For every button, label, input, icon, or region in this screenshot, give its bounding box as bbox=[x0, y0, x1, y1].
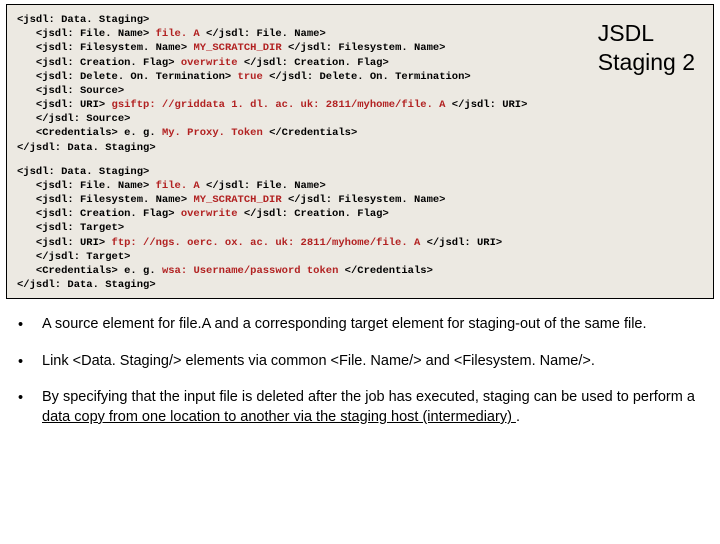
bullet-text-2: Link <Data. Staging/> elements via commo… bbox=[42, 352, 702, 372]
bullet-text-1: A source element for file.A and a corres… bbox=[42, 315, 702, 335]
bullet-list: • A source element for file.A and a corr… bbox=[18, 315, 702, 427]
bullet-text-3: By specifying that the input file is del… bbox=[42, 388, 702, 427]
code-area: JSDL Staging 2 <jsdl: Data. Staging> <js… bbox=[6, 4, 714, 299]
bullet-item: • By specifying that the input file is d… bbox=[18, 388, 702, 427]
bullet-dot: • bbox=[18, 315, 42, 336]
slide-title: JSDL Staging 2 bbox=[598, 19, 695, 77]
bullet-dot: • bbox=[18, 352, 42, 373]
title-line-2: Staging 2 bbox=[598, 48, 695, 77]
title-line-1: JSDL bbox=[598, 19, 695, 48]
bullet-item: • A source element for file.A and a corr… bbox=[18, 315, 702, 336]
code-block-2: <jsdl: Data. Staging> <jsdl: File. Name>… bbox=[17, 165, 703, 293]
bullet-item: • Link <Data. Staging/> elements via com… bbox=[18, 352, 702, 373]
spacer bbox=[17, 155, 703, 165]
bullet-dot: • bbox=[18, 388, 42, 409]
